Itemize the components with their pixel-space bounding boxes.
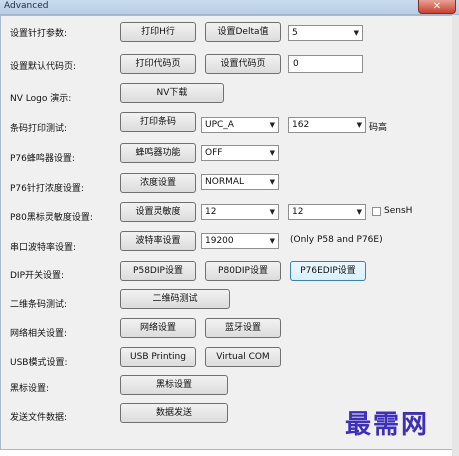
chevron-down-icon: ▼ [269,208,275,216]
barcode-height-value: 162 [292,120,310,130]
chevron-down-icon: ▼ [353,29,359,37]
window-title: Advanced [4,1,49,11]
buzzer-select[interactable]: OFF ▼ [201,145,279,161]
blackmark-set-button[interactable]: 黑标设置 [120,375,228,395]
density-label: P76针打浓度设置: [10,184,84,194]
qr-test-button[interactable]: 二维码测试 [120,289,230,309]
chevron-down-icon: ▼ [356,208,362,216]
buzzer-select-value: OFF [205,148,223,158]
density-set-button[interactable]: 浓度设置 [120,173,196,193]
sensh-checkbox[interactable] [372,207,381,216]
print-h-row-button[interactable]: 打印H行 [120,22,196,42]
p80-dip-button[interactable]: P80DIP设置 [205,261,281,281]
sensitivity-select-2[interactable]: 12 ▼ [288,204,366,220]
usb-label: USB模式设置: [10,358,68,368]
print-params-label: 设置针打参数: [10,29,68,39]
sensitivity-select-1[interactable]: 12 ▼ [201,204,279,220]
density-select-value: NORMAL [205,177,245,187]
set-delta-button[interactable]: 设置Delta值 [205,22,281,42]
nv-download-button[interactable]: NV下载 [120,83,224,103]
sensh-label: SensH [384,206,413,216]
blackmark-label: 黑标设置: [10,384,50,394]
baud-label: 串口波特率设置: [10,243,77,253]
density-select[interactable]: NORMAL ▼ [201,174,279,190]
set-codepage-button[interactable]: 设置代码页 [205,54,281,74]
bluetooth-set-button[interactable]: 蓝牙设置 [205,318,281,338]
nv-logo-label: NV Logo 演示: [10,94,72,104]
print-barcode-button[interactable]: 打印条码 [120,112,196,132]
chevron-down-icon: ▼ [356,121,362,129]
chevron-down-icon: ▼ [269,149,275,157]
buzzer-function-button[interactable]: 蜂鸣器功能 [120,143,196,163]
send-file-label: 发送文件数据: [10,413,68,423]
baud-select[interactable]: 19200 ▼ [201,233,279,249]
close-icon: ✕ [432,1,442,12]
p58-dip-button[interactable]: P58DIP设置 [120,261,196,281]
p76e-dip-button[interactable]: P76EDIP设置 [290,261,366,281]
close-button[interactable]: ✕ [418,0,456,14]
watermark-logo: 最需网 [345,410,430,440]
network-label: 网络相关设置: [10,329,68,339]
barcode-print-label: 条码打印测试: [10,124,68,134]
barcode-type-value: UPC_A [205,120,234,130]
virtual-com-button[interactable]: Virtual COM [205,347,281,367]
chevron-down-icon: ▼ [269,121,275,129]
default-codepage-label: 设置默认代码页: [10,62,77,72]
baud-set-button[interactable]: 波特率设置 [120,231,196,251]
set-sensitivity-button[interactable]: 设置灵敏度 [120,202,196,222]
chevron-down-icon: ▼ [269,178,275,186]
network-set-button[interactable]: 网络设置 [120,318,196,338]
data-send-button[interactable]: 数据发送 [120,403,228,423]
baud-note: (Only P58 and P76E) [290,235,383,245]
window-edge [452,15,459,456]
sensitivity-label: P80黑标灵敏度设置: [10,213,93,223]
buzzer-label: P76蜂鸣器设置: [10,154,75,164]
barcode-height-suffix: 码高 [369,123,388,133]
barcode-type-select[interactable]: UPC_A ▼ [201,117,279,133]
title-bar: Advanced ✕ [0,0,459,15]
chevron-down-icon: ▼ [269,237,275,245]
sensitivity-value-2: 12 [292,207,304,217]
qr-label: 二维条码测试: [10,300,68,310]
sensitivity-value-1: 12 [205,207,217,217]
barcode-height-select[interactable]: 162 ▼ [288,117,366,133]
delta-select-value: 5 [292,28,298,38]
usb-printing-button[interactable]: USB Printing [120,347,196,367]
print-codepage-button[interactable]: 打印代码页 [120,54,196,74]
delta-select[interactable]: 5 ▼ [288,25,363,41]
baud-select-value: 19200 [205,236,234,246]
dip-label: DIP开关设置: [10,271,65,281]
codepage-input[interactable]: 0 [288,55,363,73]
